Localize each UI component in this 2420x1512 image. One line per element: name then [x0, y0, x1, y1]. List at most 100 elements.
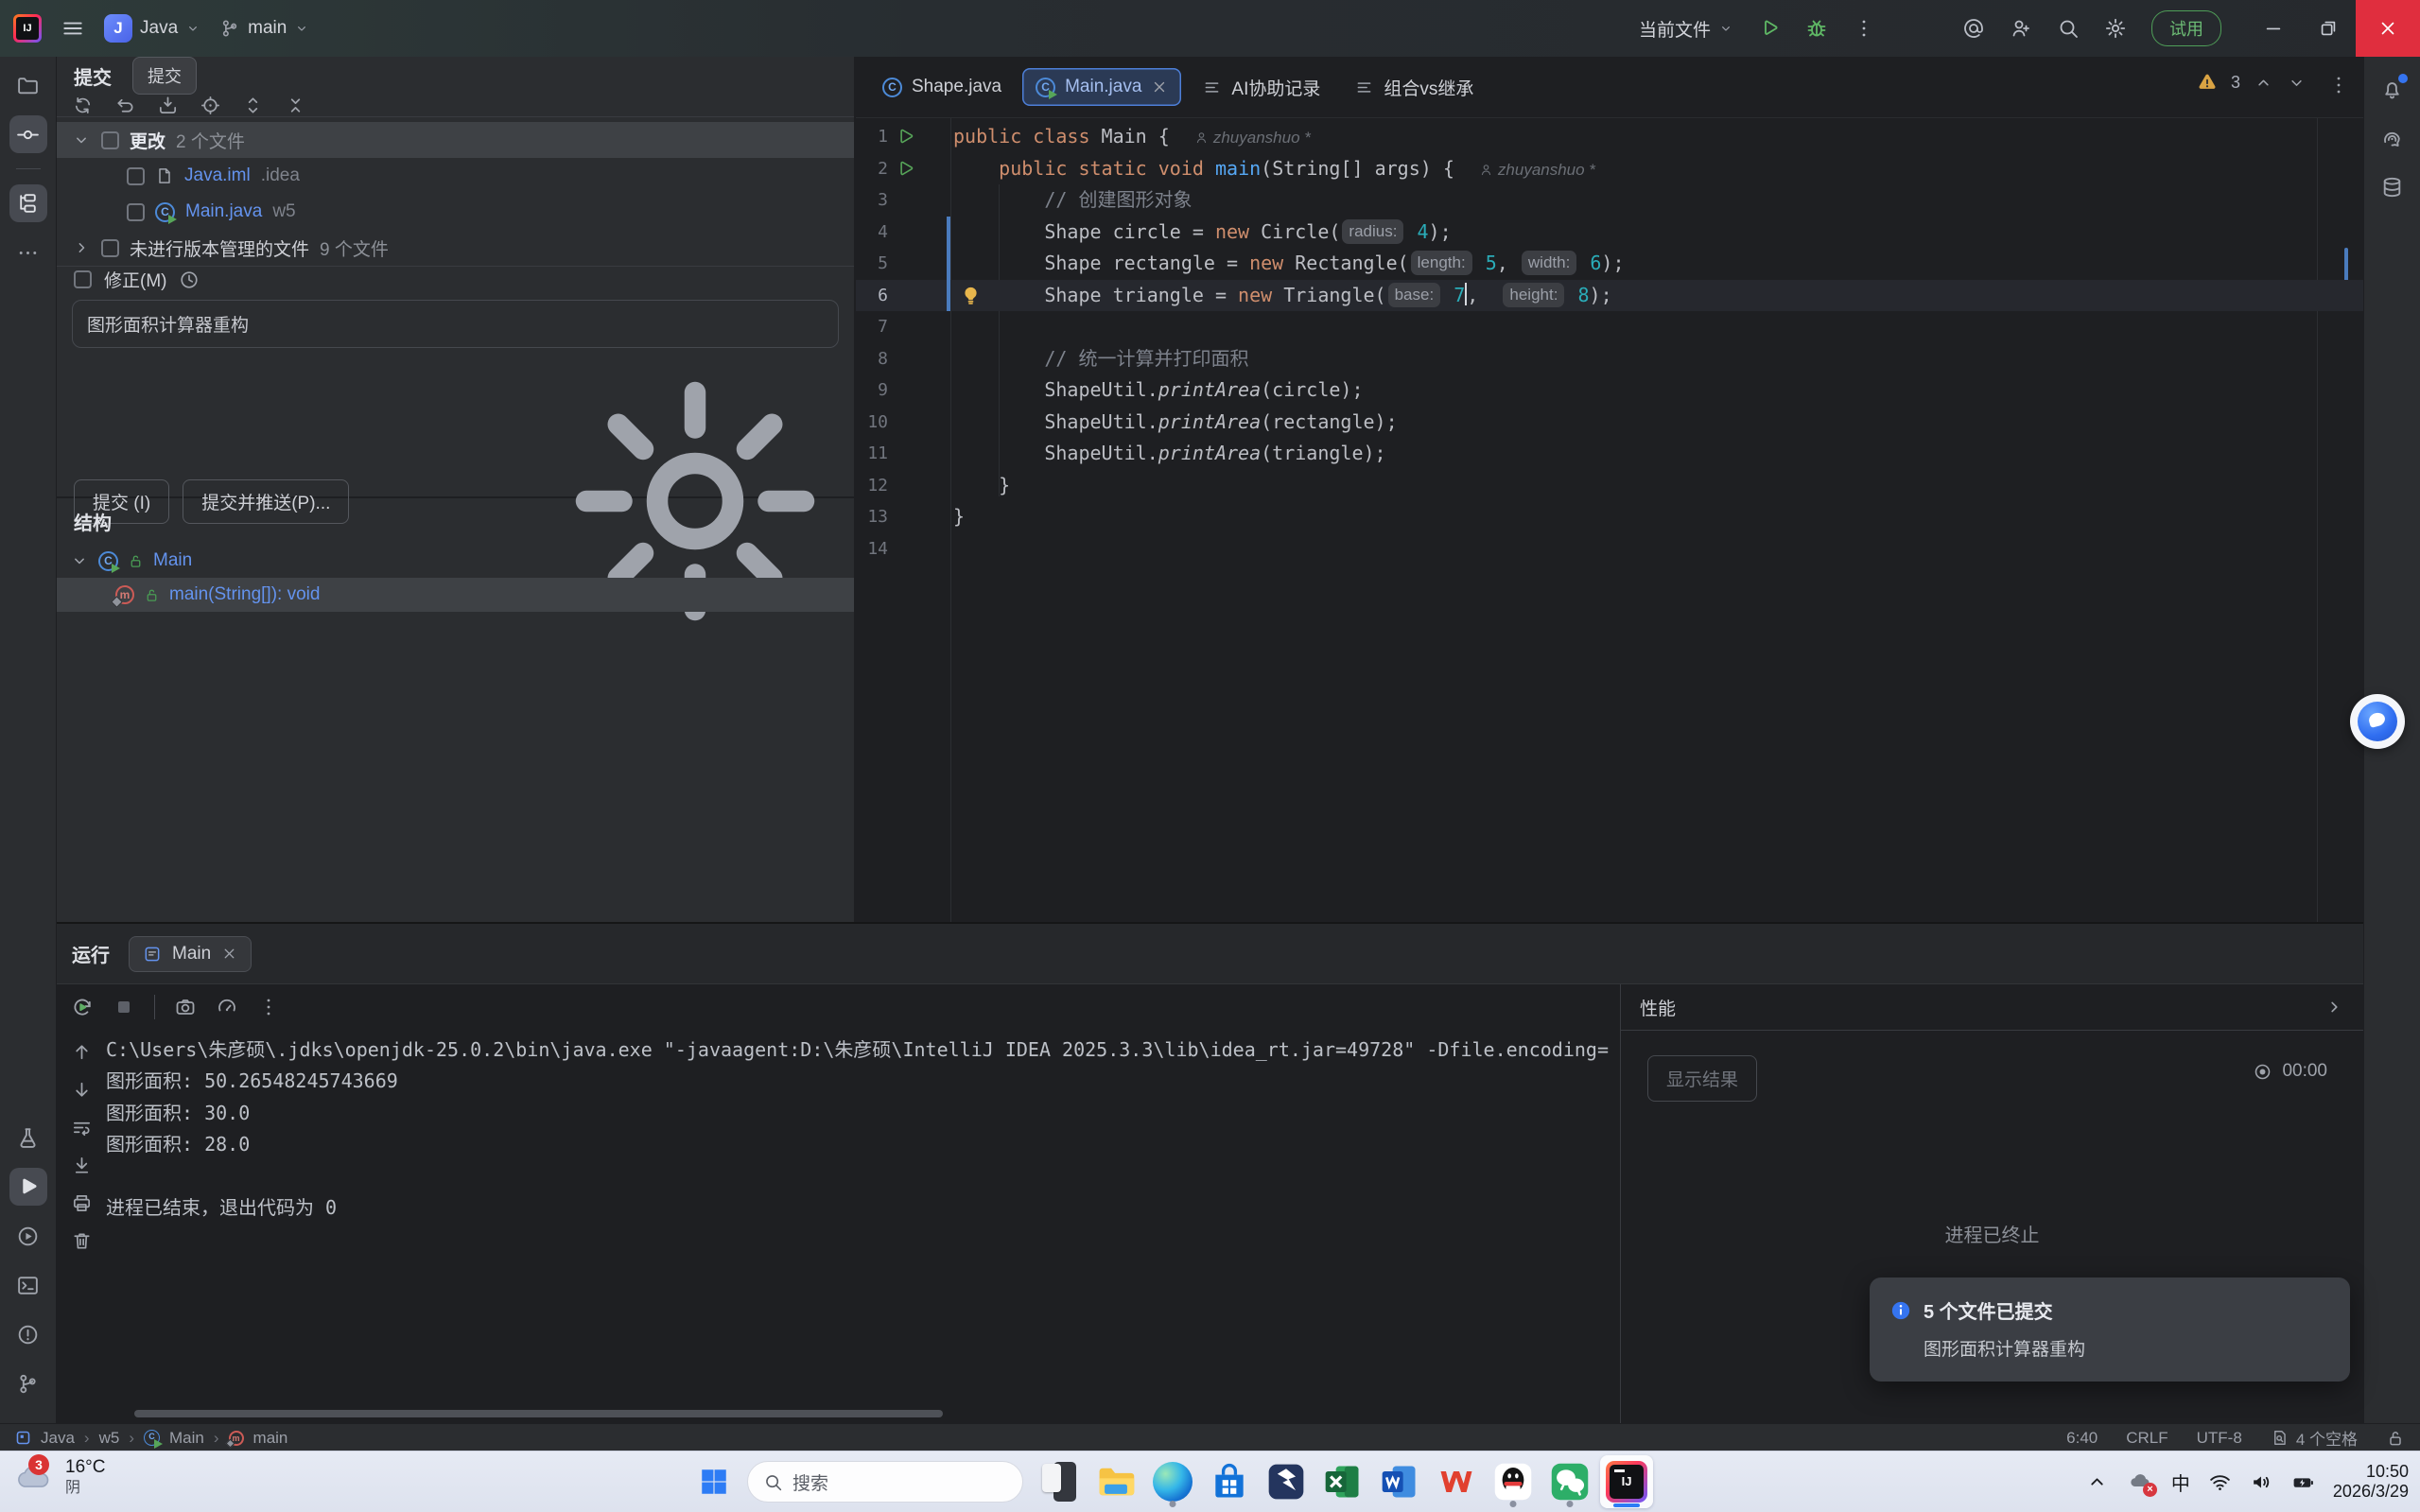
windows-start-button[interactable]: [690, 1458, 738, 1505]
file-checkbox[interactable]: [127, 167, 145, 185]
arrow-down-icon[interactable]: [71, 1079, 93, 1101]
taskbar-qq-button[interactable]: [1487, 1455, 1540, 1508]
window-close-button[interactable]: [2356, 0, 2420, 57]
main-menu-hamburger-icon[interactable]: [61, 16, 85, 41]
breadcrumb-item[interactable]: w5: [99, 1429, 120, 1448]
run-configuration-selector[interactable]: 当前文件: [1639, 16, 1733, 42]
taskbar-word-button[interactable]: [1373, 1455, 1426, 1508]
taskbar-excel-button[interactable]: [1316, 1455, 1369, 1508]
camera-icon[interactable]: [174, 996, 197, 1018]
locate-icon[interactable]: [200, 95, 221, 116]
trial-badge[interactable]: 试用: [2151, 10, 2221, 46]
editor-options-button[interactable]: [2327, 74, 2350, 101]
breadcrumb-item[interactable]: main: [253, 1429, 288, 1448]
taskbar-ms-store-button[interactable]: [1203, 1455, 1256, 1508]
unversioned-checkbox[interactable]: [101, 239, 119, 257]
editor-tab-main-java[interactable]: CMain.java: [1022, 68, 1181, 106]
changed-file-row[interactable]: Java.iml.idea: [57, 158, 854, 194]
indent-indicator[interactable]: 4 个空格: [2271, 1426, 2358, 1450]
encoding-indicator[interactable]: UTF-8: [2197, 1429, 2242, 1448]
chevron-right-icon[interactable]: [2324, 997, 2344, 1017]
code-with-me-button[interactable]: [2010, 17, 2032, 40]
scroll-end-icon[interactable]: [71, 1155, 93, 1176]
run-button[interactable]: [1758, 17, 1781, 40]
tool-strip-structure-button[interactable]: [9, 184, 47, 222]
tool-strip-folder-button[interactable]: [9, 66, 47, 104]
kebab-icon[interactable]: [257, 996, 280, 1018]
show-results-button[interactable]: 显示结果: [1647, 1055, 1757, 1102]
structure-class-row[interactable]: C Main: [57, 544, 854, 578]
taskbar-weather-widget[interactable]: 3 16°C 阴: [13, 1457, 105, 1497]
taskbar-edge-button[interactable]: [1146, 1455, 1199, 1508]
tool-strip-ai-chat-button[interactable]: [2374, 119, 2411, 157]
file-checkbox[interactable]: [127, 203, 145, 221]
line-ending-indicator[interactable]: CRLF: [2126, 1429, 2168, 1448]
inspection-widget[interactable]: 3: [2197, 72, 2307, 93]
amend-checkbox[interactable]: [74, 270, 92, 288]
speaker-icon[interactable]: [2250, 1470, 2273, 1494]
run-tab-main[interactable]: Main: [129, 936, 252, 972]
prev-warning-icon[interactable]: [2254, 73, 2273, 93]
horizontal-scrollbar[interactable]: [134, 1410, 943, 1417]
editor-tab--vs-[interactable]: 组合vs继承: [1341, 66, 1487, 109]
assistant-floating-ball[interactable]: [2350, 694, 2405, 749]
tool-strip-flask-button[interactable]: [9, 1119, 47, 1156]
structure-method-row[interactable]: m main(String[]): void: [57, 578, 854, 612]
editor-tab-ai-[interactable]: AI协助记录: [1189, 66, 1333, 109]
run-line-icon[interactable]: [896, 159, 915, 179]
run-line-icon[interactable]: [896, 127, 915, 147]
search-everywhere-button[interactable]: [2057, 17, 2080, 40]
stop-icon[interactable]: [113, 996, 135, 1018]
commit-message-input[interactable]: 图形面积计算器重构: [72, 300, 839, 348]
console-output[interactable]: C:\Users\朱彦硕\.jdks\openjdk-25.0.2\bin\ja…: [106, 1030, 1620, 1423]
gauge-icon[interactable]: [216, 996, 238, 1018]
close-icon[interactable]: [1151, 78, 1168, 96]
changed-file-row[interactable]: CMain.javaw5: [57, 194, 854, 230]
tool-strip-git-branch-button[interactable]: [9, 1364, 47, 1402]
window-restore-button[interactable]: [2301, 0, 2356, 57]
expand-all-icon[interactable]: [242, 95, 264, 116]
cursor-position[interactable]: 6:40: [2066, 1429, 2098, 1448]
taskbar-wps-button[interactable]: [1430, 1455, 1483, 1508]
editor-tab-shape-java[interactable]: CShape.java: [869, 68, 1015, 106]
tool-strip-commit-button[interactable]: [9, 115, 47, 153]
arrow-up-icon[interactable]: [71, 1041, 93, 1063]
debug-button[interactable]: [1805, 17, 1828, 40]
taskbar-clock[interactable]: 10:502026/3/29: [2333, 1462, 2409, 1502]
commit-tab[interactable]: 提交: [132, 57, 197, 95]
tool-strip-more-button[interactable]: [9, 234, 47, 271]
history-clock-icon[interactable]: [179, 269, 200, 290]
collapse-all-icon[interactable]: [285, 95, 306, 116]
tool-strip-bell-button[interactable]: [2374, 70, 2411, 108]
ai-assistant-button[interactable]: [1962, 17, 1985, 40]
taskbar-navy-app-button[interactable]: [1260, 1455, 1313, 1508]
taskbar-intellij-idea-button[interactable]: [1600, 1455, 1653, 1508]
tool-strip-play-circle-button[interactable]: [9, 1217, 47, 1255]
printer-icon[interactable]: [71, 1192, 93, 1214]
commit-notification-toast[interactable]: 5 个文件已提交 图形面积计算器重构: [1870, 1277, 2350, 1382]
window-minimize-button[interactable]: [2246, 0, 2301, 57]
tool-strip-run-play-button[interactable]: [9, 1168, 47, 1206]
changes-group-row[interactable]: 更改2 个文件: [57, 122, 854, 158]
code-area[interactable]: 1public class Main { zhuyanshuo *2 publi…: [856, 118, 2363, 922]
breadcrumb-item[interactable]: Java: [41, 1429, 75, 1448]
breadcrumb-item[interactable]: Main: [169, 1429, 204, 1448]
next-warning-icon[interactable]: [2287, 73, 2307, 93]
trash-icon[interactable]: [71, 1230, 93, 1252]
taskbar-search-box[interactable]: 搜索: [747, 1461, 1023, 1503]
chevron-right-icon[interactable]: [72, 238, 91, 257]
vcs-branch-widget[interactable]: main: [219, 18, 309, 39]
tool-strip-terminal-button[interactable]: [9, 1266, 47, 1304]
close-icon[interactable]: [221, 946, 237, 962]
intention-bulb-icon[interactable]: [960, 285, 982, 306]
shelve-icon[interactable]: [157, 95, 179, 116]
rollback-icon[interactable]: [114, 95, 136, 116]
onedrive-icon[interactable]: ×: [2127, 1469, 2153, 1494]
refresh-icon[interactable]: [72, 95, 94, 116]
more-actions-button[interactable]: [1853, 17, 1875, 40]
ime-indicator[interactable]: 中: [2171, 1469, 2190, 1496]
taskbar-phone-link-button[interactable]: [1033, 1455, 1086, 1508]
tool-strip-database-button[interactable]: [2374, 168, 2411, 206]
chevron-down-icon[interactable]: [72, 130, 91, 149]
tool-strip-problems-button[interactable]: [9, 1315, 47, 1353]
